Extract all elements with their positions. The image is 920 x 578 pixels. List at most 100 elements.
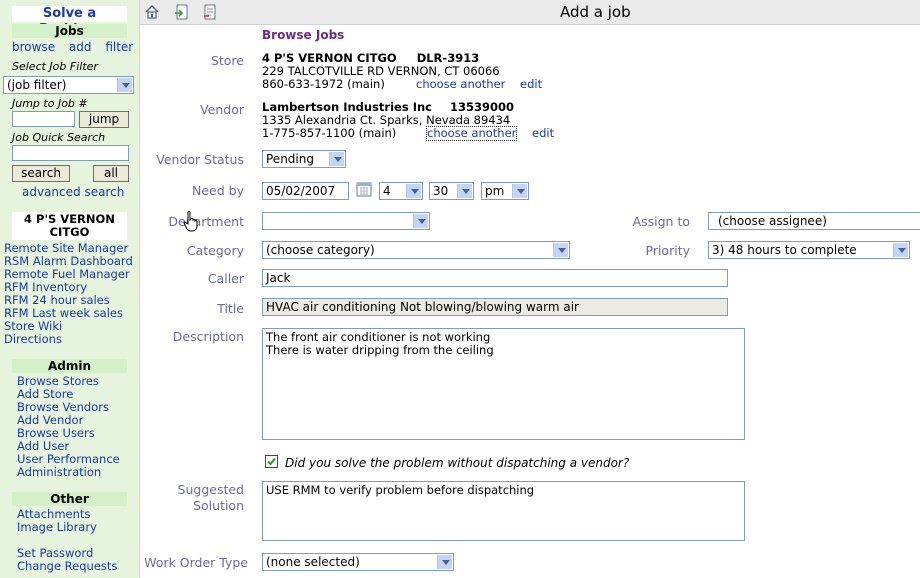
store-name-text: 4 P'S VERNON CITGO — [262, 51, 397, 65]
add-job-link[interactable]: add — [69, 40, 92, 54]
search-button[interactable]: search — [12, 165, 70, 182]
chevron-down-icon — [413, 214, 428, 228]
rfm-last-week-sales-link[interactable]: RFM Last week sales — [4, 306, 123, 320]
need-by-minute-select[interactable]: 30 — [429, 182, 474, 200]
remote-fuel-manager-link[interactable]: Remote Fuel Manager — [4, 267, 130, 281]
quick-search-label: Job Quick Search — [12, 131, 106, 144]
store-code: DLR-3913 — [416, 51, 480, 65]
image-library-link[interactable]: Image Library — [17, 520, 97, 534]
add-vendor-link[interactable]: Add Vendor — [17, 413, 83, 427]
vendor-code: 13539000 — [450, 100, 515, 114]
admin-header: Admin — [12, 359, 127, 373]
description-textarea[interactable]: The front air conditioner is not working… — [262, 328, 745, 440]
browse-jobs-link[interactable]: Browse Jobs — [262, 28, 344, 42]
department-select[interactable] — [262, 212, 430, 230]
attachments-link[interactable]: Attachments — [17, 507, 90, 521]
assign-to-select[interactable]: (choose assignee) — [708, 212, 920, 230]
advanced-search-link[interactable]: advanced search — [22, 185, 124, 199]
other-links: Attachments Image Library — [17, 508, 97, 534]
store-wiki-link[interactable]: Store Wiki — [4, 319, 62, 333]
need-by-minute-value: 30 — [433, 184, 449, 198]
browse-stores-link[interactable]: Browse Stores — [17, 374, 99, 388]
suggested-solution-label: Suggested Solution — [150, 482, 244, 514]
need-by-hour-value: 4 — [383, 184, 391, 198]
job-filter-value: (job filter) — [7, 78, 67, 92]
chevron-down-icon — [329, 152, 344, 166]
priority-value: 3) 48 hours to complete — [712, 243, 857, 257]
description-line-2: There is water dripping from the ceiling — [266, 343, 494, 357]
need-by-hour-select[interactable]: 4 — [379, 182, 423, 200]
browse-users-link[interactable]: Browse Users — [17, 426, 95, 440]
chevron-down-icon — [457, 184, 472, 198]
browse-vendors-link[interactable]: Browse Vendors — [17, 400, 109, 414]
chevron-down-icon — [406, 184, 421, 198]
rfm-inventory-link[interactable]: RFM Inventory — [4, 280, 87, 294]
page-title: Add a job — [560, 3, 631, 21]
all-button[interactable]: all — [93, 165, 129, 182]
description-label: Description — [172, 329, 244, 344]
need-by-label: Need by — [192, 183, 244, 198]
directions-link[interactable]: Directions — [4, 332, 62, 346]
jump-input[interactable] — [12, 111, 75, 127]
title-label: Title — [217, 301, 244, 316]
priority-select[interactable]: 3) 48 hours to complete — [708, 241, 910, 259]
calendar-icon[interactable] — [356, 181, 372, 197]
title-input[interactable]: HVAC air conditioning Not blowing/blowin… — [262, 298, 728, 316]
remote-site-manager-link[interactable]: Remote Site Manager — [4, 241, 128, 255]
admin-links: Browse Stores Add Store Browse Vendors A… — [17, 375, 120, 479]
select-filter-label: Select Job Filter — [12, 60, 98, 73]
jobs-header: Jobs — [12, 24, 127, 38]
store-choose-another-link[interactable]: choose another — [416, 78, 505, 91]
set-password-link[interactable]: Set Password — [17, 546, 93, 560]
suggested-solution-textarea[interactable]: USE RMM to verify problem before dispatc… — [262, 481, 745, 541]
caller-label: Caller — [207, 271, 244, 286]
category-label: Category — [186, 243, 244, 258]
work-order-type-value: (none selected) — [266, 555, 360, 569]
browse-jobs-link[interactable]: browse — [12, 40, 55, 54]
work-order-type-label: Work Order Type — [144, 555, 248, 570]
priority-label: Priority — [645, 243, 691, 258]
vendor-phone: 1-775-857-1100 (main) — [262, 126, 397, 140]
vendor-status-value: Pending — [266, 152, 314, 166]
chevron-down-icon — [512, 184, 527, 198]
assign-to-label: Assign to — [632, 214, 690, 229]
sidebar-title[interactable]: Solve a Problem — [12, 6, 127, 37]
caller-input[interactable]: Jack — [262, 269, 728, 287]
quick-search-input[interactable] — [12, 145, 129, 161]
hand-cursor-icon — [183, 211, 198, 232]
need-by-date-input[interactable]: 05/02/2007 — [262, 182, 349, 200]
administration-link[interactable]: Administration — [17, 465, 101, 479]
user-performance-link[interactable]: User Performance — [17, 452, 120, 466]
other-header: Other — [12, 492, 127, 506]
chevron-down-icon — [553, 243, 568, 257]
home-icon[interactable] — [144, 4, 160, 20]
chevron-down-icon — [437, 555, 452, 569]
category-value: (choose category) — [266, 243, 375, 257]
chevron-down-icon — [117, 78, 132, 92]
vendor-edit-link[interactable]: edit — [532, 127, 554, 140]
add-user-link[interactable]: Add User — [17, 439, 69, 453]
store-edit-link[interactable]: edit — [520, 78, 542, 91]
jump-button[interactable]: jump — [79, 111, 129, 128]
job-filter-select[interactable]: (job filter) — [3, 76, 134, 94]
rsm-alarm-dashboard-link[interactable]: RSM Alarm Dashboard — [4, 254, 133, 268]
sidebar: Solve a Problem Jobs browse add filter S… — [0, 0, 140, 578]
checkmark-icon — [267, 457, 276, 466]
solved-checkbox-label: Did you solve the problem without dispat… — [285, 456, 630, 470]
suggested-label-line-1: Suggested — [177, 482, 244, 497]
category-select[interactable]: (choose category) — [262, 241, 570, 259]
need-by-ampm-select[interactable]: pm — [481, 182, 529, 200]
work-order-type-select[interactable]: (none selected) — [262, 553, 454, 571]
export-icon[interactable] — [174, 4, 190, 20]
add-store-link[interactable]: Add Store — [17, 387, 73, 401]
solved-checkbox[interactable] — [265, 455, 278, 468]
vendor-choose-another-link[interactable]: choose another — [426, 126, 518, 141]
change-requests-link[interactable]: Change Requests — [17, 559, 117, 573]
rfm-24-hour-sales-link[interactable]: RFM 24 hour sales — [4, 293, 110, 307]
vendor-name-text: Lambertson Industries Inc — [262, 100, 432, 114]
filter-jobs-link[interactable]: filter — [105, 40, 133, 54]
jump-label: Jump to Job # — [12, 97, 88, 110]
print-icon[interactable] — [202, 4, 218, 20]
top-toolbar: Add a job — [140, 0, 920, 25]
vendor-status-select[interactable]: Pending — [262, 150, 346, 168]
